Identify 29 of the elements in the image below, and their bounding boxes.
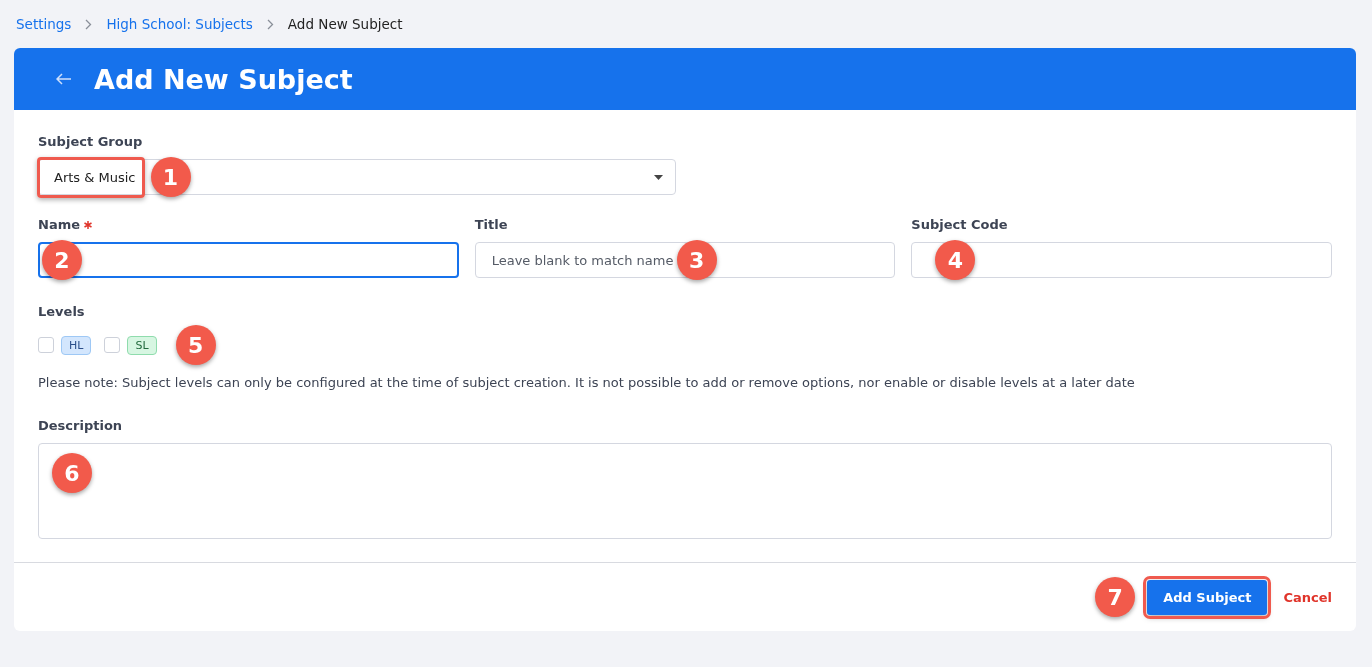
description-field[interactable] xyxy=(38,443,1332,539)
checkbox[interactable] xyxy=(38,337,54,353)
subject-group-dropdown[interactable]: Arts & Music 1 xyxy=(38,159,676,195)
label-text: Title xyxy=(474,217,508,232)
note-text: Please note: Subject levels can only be configured at the time of subject creation. It is not possible to add or remove options, nor enable or disable levels at a later date xyxy=(38,375,1136,390)
number-badge: 7 xyxy=(1095,577,1136,617)
number-badge: 5 xyxy=(175,325,216,365)
level-tag: SL xyxy=(127,335,157,355)
arrow-left-icon xyxy=(56,73,72,85)
page-title: Add New Subject xyxy=(94,63,353,95)
selected-value: Arts & Music xyxy=(37,156,145,198)
chevron-right-icon xyxy=(266,18,274,30)
breadcrumb-link[interactable]: Settings xyxy=(16,16,72,32)
label-text: Name xyxy=(38,217,81,232)
caret-icon xyxy=(654,174,663,180)
text-field[interactable] xyxy=(38,242,459,278)
checkbox[interactable] xyxy=(104,337,121,353)
field-label: Subject Group xyxy=(38,134,144,149)
label-text: Subject Code xyxy=(911,217,1008,232)
required-mark xyxy=(84,220,92,229)
breadcrumb-current: Add New Subject xyxy=(287,16,403,32)
chevron-right-icon xyxy=(85,18,93,30)
level-tag: HL xyxy=(61,335,92,355)
breadcrumb-link[interactable]: High School: Subjects xyxy=(106,16,253,32)
back-button[interactable] xyxy=(56,73,72,85)
field-label: Levels xyxy=(38,304,86,319)
number-badge: 1 xyxy=(150,157,191,197)
field-label: Description xyxy=(38,418,124,433)
cancel-link[interactable]: Cancel xyxy=(1283,589,1332,605)
